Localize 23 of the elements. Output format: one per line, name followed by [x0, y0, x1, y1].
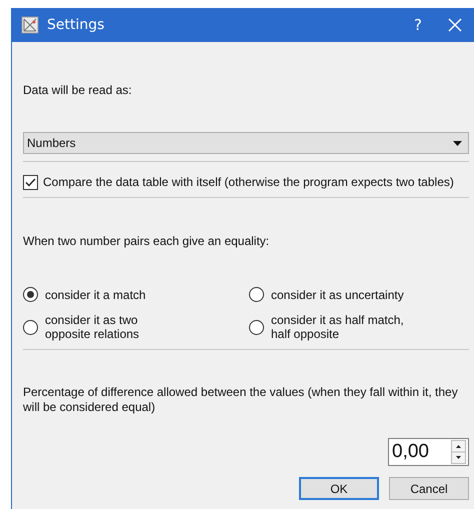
- radio-label: consider it a match: [45, 288, 146, 302]
- radio-button[interactable]: [23, 287, 38, 302]
- number-spinbox[interactable]: 0,00: [388, 438, 469, 466]
- radio-label: consider it as uncertainty: [271, 288, 404, 302]
- radio-button[interactable]: [23, 320, 38, 334]
- radio-button[interactable]: [249, 320, 264, 334]
- radio-button[interactable]: [249, 287, 264, 302]
- app-icon: [21, 16, 39, 34]
- section-label: When two number pairs each give an equality:: [23, 234, 270, 248]
- checkbox-label: Compare the data table with itself (otherwise the program expects two tables): [43, 175, 454, 189]
- field-label: Percentage of difference allowed between the values (when they fall within it, they will be considered equal): [23, 385, 459, 415]
- radio-label: consider it as two opposite relations: [45, 313, 140, 341]
- help-button[interactable]: ?: [408, 16, 428, 34]
- field-label: Data will be read as:: [23, 83, 133, 97]
- caret-icon: [453, 140, 462, 146]
- spin-arrows-icon[interactable]: [451, 440, 466, 464]
- radio-label: consider it as half match, half opposite: [271, 313, 404, 341]
- dropdown[interactable]: Numbers: [23, 132, 469, 154]
- close-icon[interactable]: [448, 18, 462, 32]
- checkbox[interactable]: [23, 174, 38, 190]
- ok-button[interactable]: OK: [299, 477, 379, 500]
- cancel-button[interactable]: Cancel: [389, 477, 469, 500]
- window-title: Settings: [47, 17, 106, 33]
